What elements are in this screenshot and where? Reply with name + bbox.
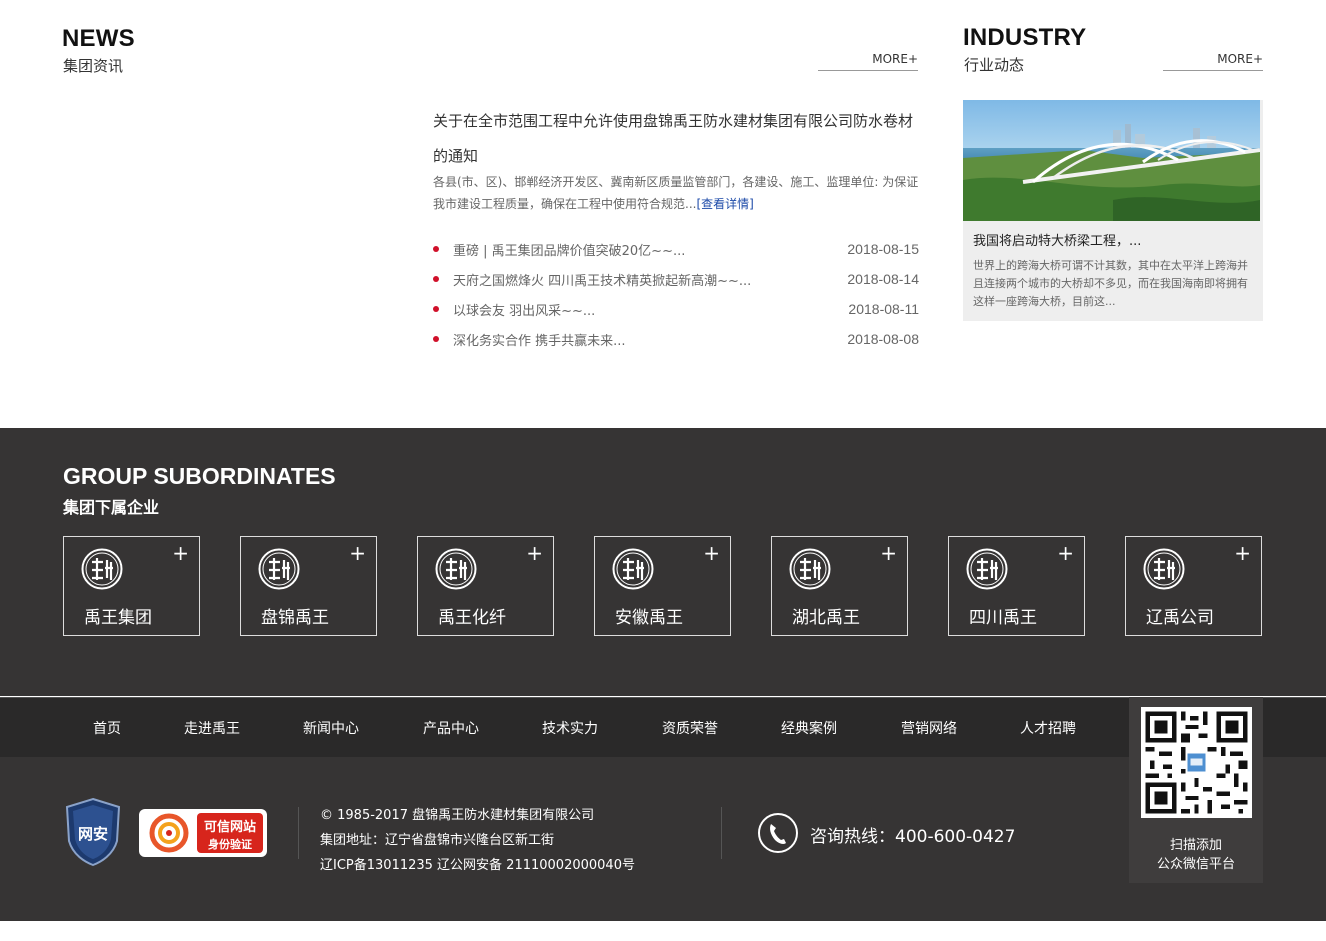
industry-more-link[interactable]: MORE+ [1163, 52, 1263, 71]
trusted-line1: 可信网站 [203, 820, 256, 835]
nav-honors[interactable]: 资质荣誉 [662, 718, 718, 738]
bullet-icon [433, 276, 439, 282]
company-card[interactable]: + 四川禹王 [948, 536, 1085, 636]
news-title-cn: 集团资讯 [63, 57, 124, 75]
bullet-icon [433, 306, 439, 312]
address-text: 集团地址：辽宁省盘锦市兴隆台区新工街 [320, 833, 555, 848]
nav-network[interactable]: 营销网络 [901, 718, 957, 738]
company-card[interactable]: + 湖北禹王 [771, 536, 908, 636]
company-logo-icon [81, 548, 123, 590]
plus-icon: + [172, 541, 189, 565]
divider [721, 807, 722, 859]
company-name: 湖北禹王 [792, 608, 860, 628]
company-logo-icon [1143, 548, 1185, 590]
company-name: 辽禹公司 [1146, 608, 1214, 628]
company-logo-icon [612, 548, 654, 590]
industry-card-desc: 世界上的跨海大桥可谓不计其数，其中在太平洋上跨海并且连接两个城市的大桥却不多见，… [973, 259, 1248, 308]
group-section: GROUP SUBORDINATES 集团下属企业 + 禹王集团 + 盘锦禹王 … [0, 428, 1326, 696]
qr-caption: 扫描添加 公众微信平台 [1129, 836, 1263, 874]
industry-title-cn: 行业动态 [964, 56, 1025, 74]
company-name: 四川禹王 [969, 608, 1037, 628]
badge-text: 网安 [78, 825, 108, 843]
trusted-site-badge[interactable]: 可信网站 身份验证 [139, 809, 267, 857]
nav-news[interactable]: 新闻中心 [303, 718, 359, 738]
nav-technology[interactable]: 技术实力 [542, 718, 598, 738]
plus-icon: + [349, 541, 366, 565]
news-item-text[interactable]: 深化务实合作 携手共赢未来... [453, 330, 847, 349]
bridge-image[interactable] [963, 100, 1260, 221]
phone-icon [758, 813, 798, 853]
qr-caption-line1: 扫描添加 [1169, 838, 1222, 853]
company-logo-icon [258, 548, 300, 590]
industry-title-en: INDUSTRY [963, 24, 1087, 51]
nav-about[interactable]: 走进禹王 [184, 718, 240, 738]
plus-icon: + [880, 541, 897, 565]
news-list-item[interactable]: 天府之国燃烽火 四川禹王技术精英掀起新高潮~~... 2018-08-14 [433, 264, 919, 294]
news-list-item[interactable]: 重磅 | 禹王集团品牌价值突破20亿~~... 2018-08-15 [433, 234, 919, 264]
company-name: 盘锦禹王 [261, 608, 329, 628]
plus-icon: + [526, 541, 543, 565]
trusted-line2: 身份验证 [208, 838, 252, 851]
plus-icon: + [703, 541, 720, 565]
copyright-text: © 1985-2017 盘锦禹王防水建材集团有限公司 [320, 808, 595, 823]
company-card[interactable]: + 盘锦禹王 [240, 536, 377, 636]
group-title-en: GROUP SUBORDINATES [63, 463, 336, 489]
news-featured-link[interactable]: [查看详情] [696, 197, 753, 211]
news-featured-desc: 各县(市、区)、邯郸经济开发区、冀南新区质量监管部门，各建设、施工、监理单位: … [433, 171, 921, 215]
group-title-cn: 集团下属企业 [63, 498, 160, 517]
footer: 网安 可信网站 身份验证 © 1985-2017 盘锦禹王防水建材集团有限公司 … [0, 757, 1326, 921]
news-more-link[interactable]: MORE+ [818, 52, 918, 71]
news-item-date: 2018-08-14 [847, 271, 919, 287]
nav-home[interactable]: 首页 [93, 718, 121, 738]
company-name: 禹王化纤 [438, 608, 506, 628]
trusted-logo-icon [149, 813, 189, 853]
news-item-text[interactable]: 重磅 | 禹王集团品牌价值突破20亿~~... [453, 240, 847, 259]
nav-products[interactable]: 产品中心 [423, 718, 479, 738]
plus-icon: + [1057, 541, 1074, 565]
news-list-item[interactable]: 深化务实合作 携手共赢未来... 2018-08-08 [433, 324, 919, 354]
bullet-icon [433, 336, 439, 342]
footer-nav: 首页 走进禹王 新闻中心 产品中心 技术实力 资质荣誉 经典案例 营销网络 人才… [0, 697, 1326, 757]
news-item-date: 2018-08-11 [848, 301, 919, 317]
company-name: 安徽禹王 [615, 608, 683, 628]
news-item-date: 2018-08-08 [847, 331, 919, 347]
company-logo-icon [966, 548, 1008, 590]
industry-card-title[interactable]: 我国将启动特大桥梁工程，... [973, 230, 1141, 249]
qr-caption-line2: 公众微信平台 [1156, 857, 1235, 872]
trusted-label: 可信网站 身份验证 [197, 813, 263, 853]
news-item-date: 2018-08-15 [847, 241, 919, 257]
news-title-en: NEWS [62, 25, 135, 52]
wechat-qr-panel: 扫描添加 公众微信平台 [1129, 697, 1263, 883]
news-featured-title[interactable]: 关于在全市范围工程中允许使用盘锦禹王防水建材集团有限公司防水卷材的通知 [433, 104, 921, 174]
news-list: 重磅 | 禹王集团品牌价值突破20亿~~... 2018-08-15 天府之国燃烽… [433, 234, 919, 354]
plus-icon: + [1234, 541, 1251, 565]
nav-cases[interactable]: 经典案例 [781, 718, 837, 738]
company-card[interactable]: + 禹王化纤 [417, 536, 554, 636]
hotline-text: 咨询热线：400-600-0427 [810, 827, 1016, 847]
qr-code-icon[interactable] [1141, 707, 1252, 818]
news-featured-desc-text: 各县(市、区)、邯郸经济开发区、冀南新区质量监管部门，各建设、施工、监理单位: … [433, 175, 919, 211]
news-list-item[interactable]: 以球会友 羽出风采~~... 2018-08-11 [433, 294, 919, 324]
company-card[interactable]: + 安徽禹王 [594, 536, 731, 636]
icp-text[interactable]: 辽ICP备13011235 辽公网安备 21110002000040号 [320, 853, 635, 878]
company-logo-icon [435, 548, 477, 590]
company-name: 禹王集团 [84, 608, 152, 628]
police-badge-icon[interactable]: 网安 [63, 797, 123, 867]
news-item-text[interactable]: 以球会友 羽出风采~~... [453, 300, 848, 319]
company-logo-icon [789, 548, 831, 590]
company-card[interactable]: + 辽禹公司 [1125, 536, 1262, 636]
nav-careers[interactable]: 人才招聘 [1020, 718, 1076, 738]
company-card[interactable]: + 禹王集团 [63, 536, 200, 636]
industry-card[interactable]: 我国将启动特大桥梁工程，... 世界上的跨海大桥可谓不计其数，其中在太平洋上跨海… [963, 100, 1263, 321]
divider [298, 807, 299, 859]
news-item-text[interactable]: 天府之国燃烽火 四川禹王技术精英掀起新高潮~~... [453, 270, 847, 289]
bullet-icon [433, 246, 439, 252]
company-info: © 1985-2017 盘锦禹王防水建材集团有限公司 集团地址：辽宁省盘锦市兴隆… [320, 803, 635, 878]
